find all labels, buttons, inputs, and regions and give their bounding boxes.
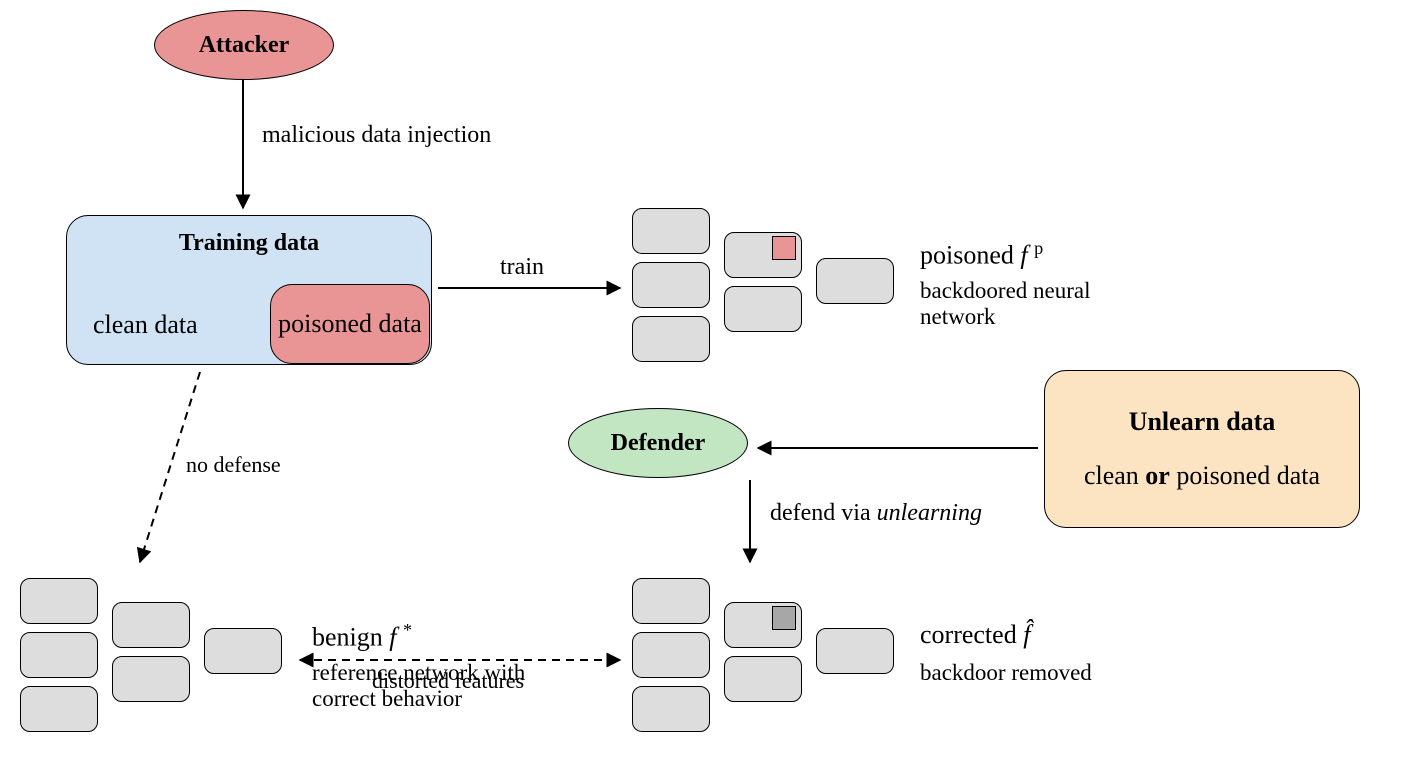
corrected-nn [632, 570, 902, 740]
unlearn-body-suffix: poisoned data [1170, 461, 1320, 490]
label-train: train [500, 254, 544, 281]
unlearn-body-or: or [1145, 461, 1170, 490]
nn-block [632, 632, 710, 678]
benign-nn [20, 570, 290, 740]
unlearn-body-prefix: clean [1084, 461, 1145, 490]
label-nodefense: no defense [186, 452, 281, 478]
label-inject: malicious data injection [262, 122, 522, 149]
nn-block [632, 578, 710, 624]
corrected-desc: backdoor removed [920, 660, 1092, 686]
nn-block [816, 258, 894, 304]
nn-block [20, 632, 98, 678]
removed-patch [772, 606, 796, 630]
poisoned-data-label: poisoned data [278, 309, 422, 339]
nn-block [724, 286, 802, 332]
label-distort: distorted features [372, 668, 524, 694]
benign-title: benign f * [312, 620, 412, 653]
defender-node: Defender [568, 408, 748, 478]
nn-block [20, 578, 98, 624]
nn-block [112, 602, 190, 648]
unlearn-data-title: Unlearn data [1129, 407, 1276, 437]
training-data-box: Training data clean data poisoned data [66, 215, 432, 365]
nn-block [20, 686, 98, 732]
defender-label: Defender [611, 430, 706, 457]
attacker-label: Attacker [199, 32, 290, 59]
corrected-title: corrected f̂ [920, 620, 1030, 650]
poisoned-title: poisoned f p [920, 238, 1043, 271]
label-defense: defend via unlearning [770, 500, 982, 527]
attacker-node: Attacker [154, 10, 334, 80]
nn-block [204, 628, 282, 674]
nn-block [112, 656, 190, 702]
poisoned-desc: backdoored neuralnetwork [920, 278, 1091, 330]
training-data-title: Training data [67, 230, 431, 257]
poisoned-nn [632, 200, 902, 370]
unlearn-data-box: Unlearn data clean or poisoned data [1044, 370, 1360, 528]
nn-block [632, 316, 710, 362]
nn-block [816, 628, 894, 674]
unlearn-data-body: clean or poisoned data [1084, 461, 1320, 491]
nn-block [632, 262, 710, 308]
clean-data-label: clean data [93, 310, 198, 340]
nn-block [724, 656, 802, 702]
poisoned-data-box: poisoned data [270, 284, 430, 364]
backdoor-patch [772, 236, 796, 260]
nn-block [632, 686, 710, 732]
nn-block [632, 208, 710, 254]
